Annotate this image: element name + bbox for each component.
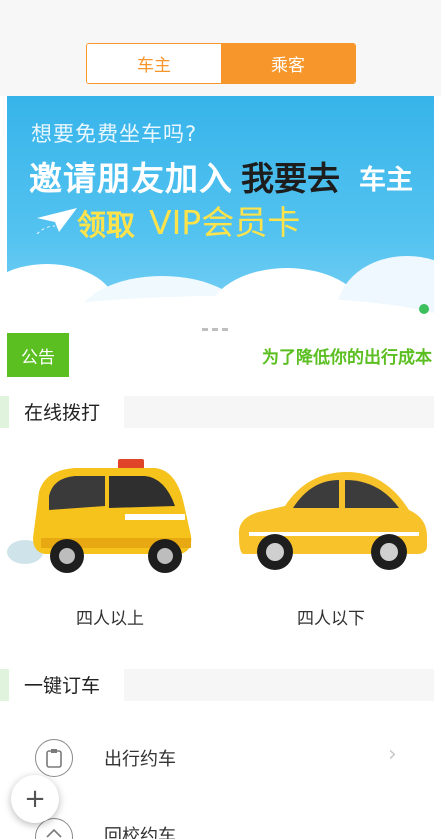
carousel-indicator xyxy=(419,304,429,314)
banner-headline: 邀请朋友加入 xyxy=(29,159,233,198)
carousel-dots xyxy=(202,328,228,331)
section-one-click: 一键订车 xyxy=(0,669,441,701)
add-button[interactable]: + xyxy=(11,775,59,823)
yellow-car-icon xyxy=(238,472,427,570)
banner-get: 领取 xyxy=(77,208,136,242)
section-online-call: 在线拨打 xyxy=(0,396,441,428)
notice-bar[interactable]: 公告 为了降低你的出行成本 xyxy=(7,333,441,377)
list-item-trip-booking[interactable]: 出行约车 › xyxy=(0,728,441,788)
notice-text: 为了降低你的出行成本 xyxy=(262,348,432,368)
notice-marquee: 为了降低你的出行成本 xyxy=(69,333,441,377)
top-bar: 车主 乘客 xyxy=(0,0,441,96)
section-fill xyxy=(124,669,434,701)
section-title: 在线拨打 xyxy=(24,402,101,424)
section-marker xyxy=(0,396,9,428)
role-switch: 车主 乘客 xyxy=(86,43,356,84)
tab-passenger[interactable]: 乘客 xyxy=(221,44,355,83)
option-label: 四人以下 xyxy=(297,609,365,629)
banner-destination: 我要去 xyxy=(241,159,340,198)
banner-subtitle: 想要免费坐车吗? xyxy=(31,122,198,146)
promo-banner[interactable]: 想要免费坐车吗? 邀请朋友加入 我要去 车主 领取 VIP会员卡 xyxy=(7,96,434,332)
banner-role: 车主 xyxy=(359,165,413,196)
clipboard-icon xyxy=(35,739,73,777)
option-four-or-fewer[interactable]: 四人以下 xyxy=(221,450,441,630)
minibus-taxi-icon xyxy=(7,459,192,573)
banner-vip-card: VIP会员卡 xyxy=(149,203,301,242)
list-item-school-booking[interactable]: 回校约车 xyxy=(0,808,441,839)
section-title: 一键订车 xyxy=(24,675,101,697)
paper-plane-icon xyxy=(36,208,77,234)
list-item-label: 回校约车 xyxy=(104,826,176,839)
section-marker xyxy=(0,669,9,701)
section-fill xyxy=(124,396,434,428)
option-more-than-four[interactable]: 四人以上 xyxy=(0,450,220,630)
list-item-label: 出行约车 xyxy=(104,749,176,770)
option-label: 四人以上 xyxy=(76,609,144,629)
tab-driver[interactable]: 车主 xyxy=(87,44,221,83)
chevron-right-icon: › xyxy=(388,742,397,767)
notice-tag: 公告 xyxy=(7,333,69,377)
